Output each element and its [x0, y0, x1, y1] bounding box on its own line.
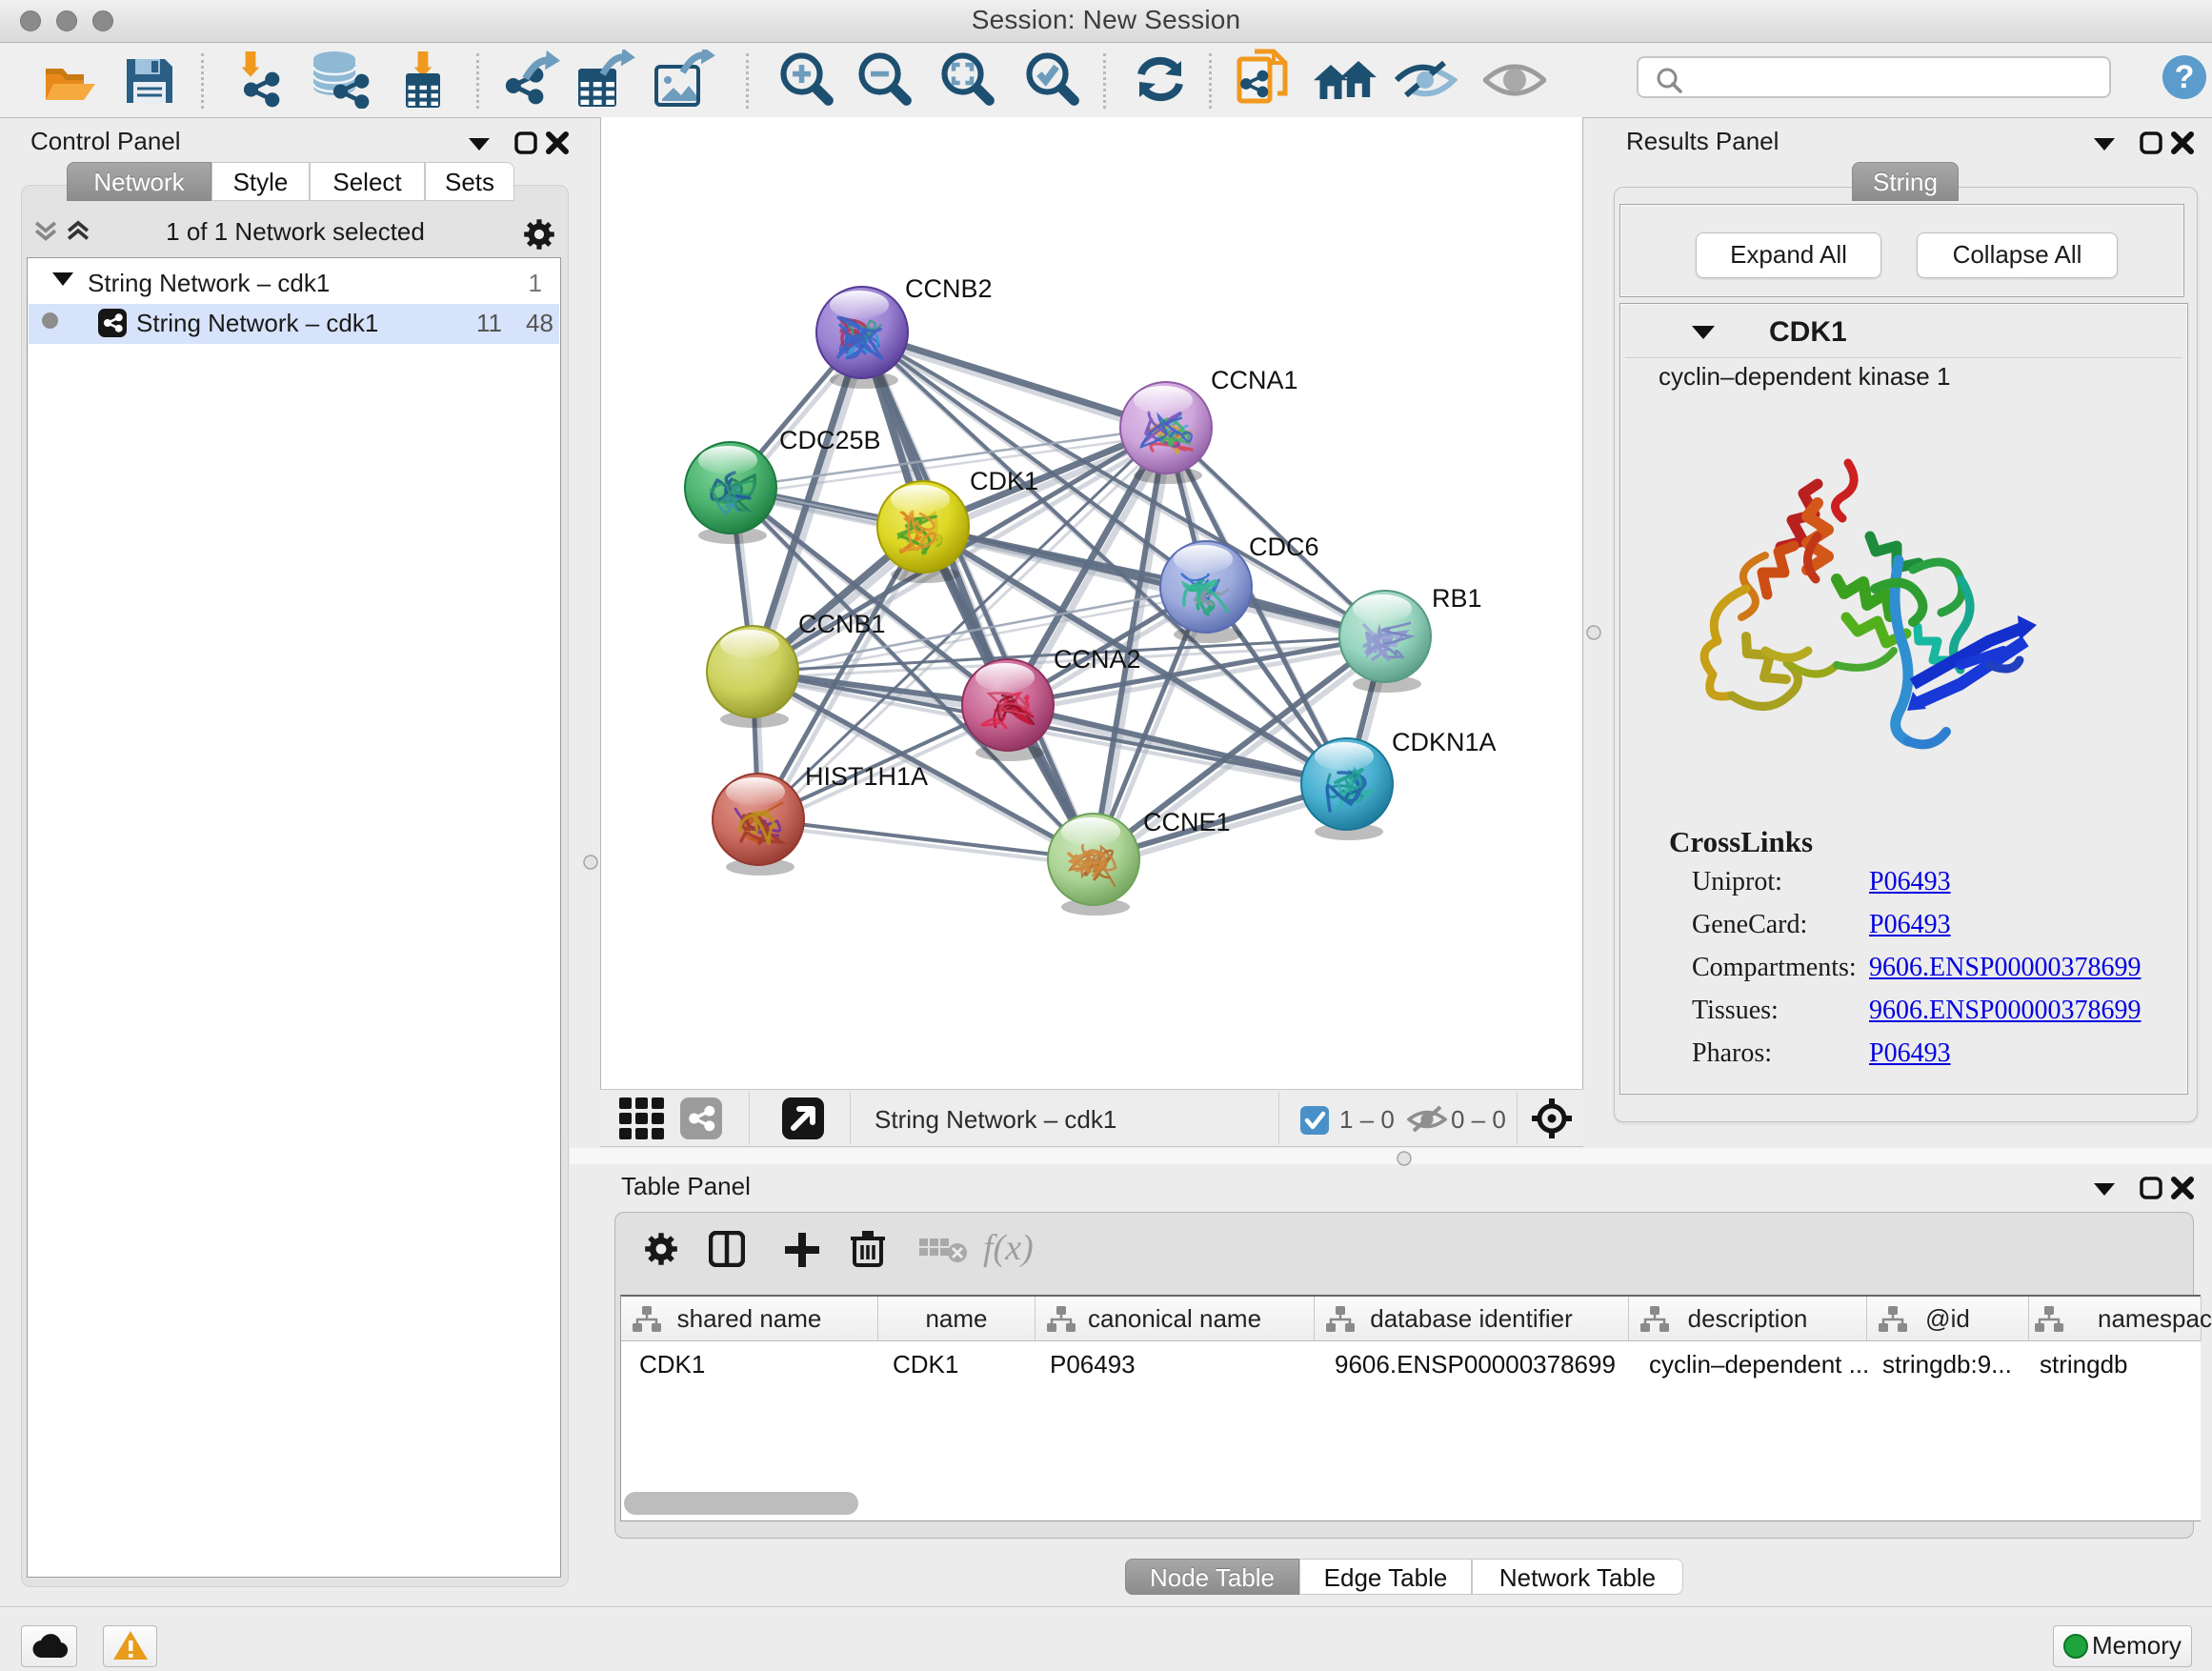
- svg-text:CDC25B: CDC25B: [779, 426, 881, 454]
- svg-text:CDKN1A: CDKN1A: [1392, 728, 1497, 756]
- svg-text:CCNA1: CCNA1: [1211, 366, 1298, 394]
- svg-text:CCNB1: CCNB1: [798, 610, 886, 638]
- svg-text:RB1: RB1: [1432, 584, 1482, 613]
- svg-text:CDC6: CDC6: [1249, 533, 1319, 561]
- svg-text:CDK1: CDK1: [970, 467, 1038, 495]
- svg-text:?: ?: [2175, 59, 2195, 95]
- svg-text:HIST1H1A: HIST1H1A: [805, 762, 928, 791]
- svg-text:CCNB2: CCNB2: [905, 274, 993, 303]
- svg-text:CCNE1: CCNE1: [1143, 808, 1231, 836]
- svg-text:CCNA2: CCNA2: [1054, 645, 1141, 674]
